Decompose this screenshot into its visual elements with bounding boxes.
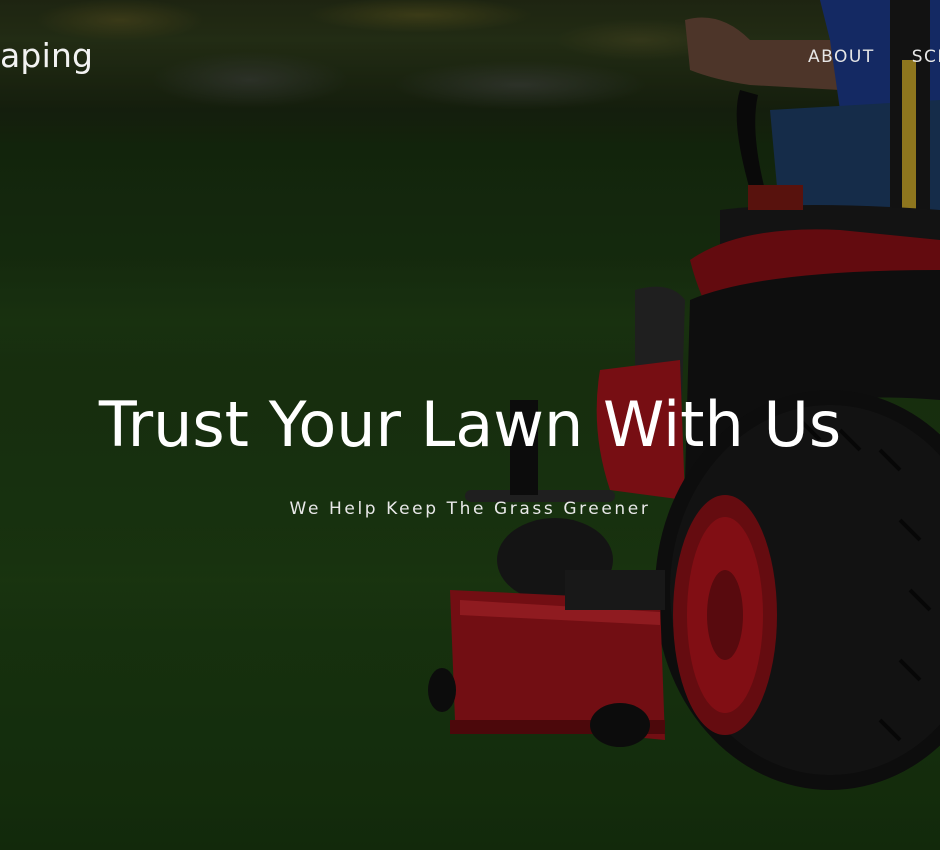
nav-link-schedule[interactable]: SCH	[912, 47, 940, 67]
hero-title: Trust Your Lawn With Us	[98, 388, 842, 461]
nav-link-about[interactable]: ABOUT	[808, 47, 875, 67]
main-nav: ABOUT SCH	[808, 47, 940, 67]
hero-page: aping ABOUT SCH Trust Your Lawn With Us …	[0, 0, 940, 850]
site-brand-logo[interactable]: aping	[0, 36, 93, 75]
hero-subtitle: We Help Keep The Grass Greener	[289, 499, 651, 519]
